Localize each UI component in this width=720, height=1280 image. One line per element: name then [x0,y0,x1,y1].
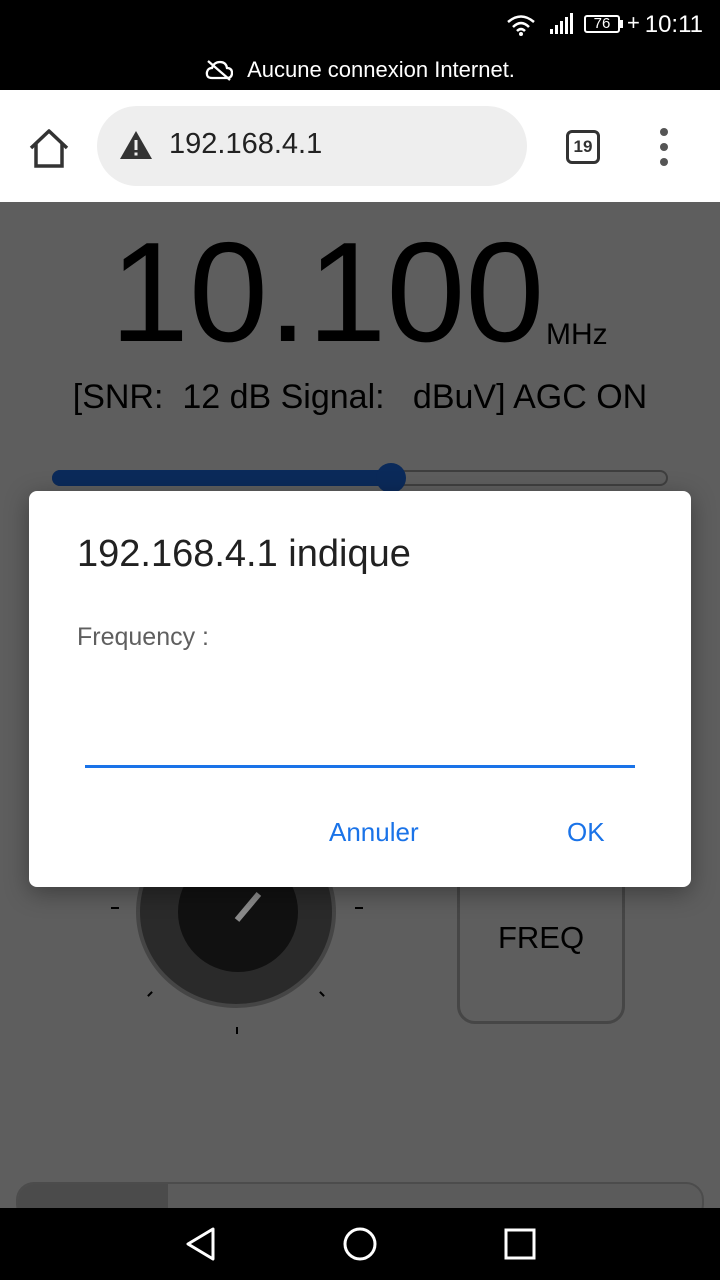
cloud-off-icon [205,60,234,82]
recents-icon[interactable] [504,1228,536,1260]
frequency-display: 10.100 [110,213,545,372]
slider-thumb[interactable] [376,463,406,493]
address-bar[interactable]: 192.168.4.1 [97,106,527,186]
navigation-bar [0,1208,720,1280]
frequency-unit: MHz [546,318,608,351]
offline-message: Aucune connexion Internet. [247,57,515,83]
prompt-dialog: 192.168.4.1 indique Frequency : Annuler … [29,491,691,887]
offline-banner: Aucune connexion Internet. [0,56,720,83]
ok-button[interactable]: OK [567,817,605,848]
slider-fill [52,470,391,486]
signal-status-line: [SNR: 12 dB Signal: dBuV] AGC ON [72,378,648,416]
knob-tick [355,907,363,909]
status-bar: 76 + 10:11 Aucune connexion Internet. [0,0,720,90]
url-text[interactable]: 192.168.4.1 [169,128,322,161]
freq-button-label: FREQ [497,920,585,955]
dialog-title: 192.168.4.1 indique [77,533,411,575]
charging-indicator: + [627,10,640,35]
browser-toolbar: 192.168.4.1 19 [0,90,720,202]
battery-icon: 76 [584,15,620,33]
wifi-icon [507,15,535,36]
knob-tick [111,907,119,909]
home-circle-icon[interactable] [342,1226,378,1262]
frequency-input[interactable] [85,717,635,768]
status-time: 10:11 [644,11,703,38]
signal-icon [550,13,573,34]
knob-tick [147,991,153,997]
warning-icon[interactable] [119,130,153,160]
cancel-button[interactable]: Annuler [329,817,419,848]
battery-tip [620,20,623,28]
back-icon[interactable] [183,1226,217,1262]
dialog-message: Frequency : [77,623,210,651]
home-icon[interactable] [26,126,72,172]
tab-switcher-button[interactable]: 19 [566,130,600,164]
knob-tick [319,991,325,997]
knob-tick [236,1027,238,1034]
more-vert-icon[interactable] [654,128,674,168]
